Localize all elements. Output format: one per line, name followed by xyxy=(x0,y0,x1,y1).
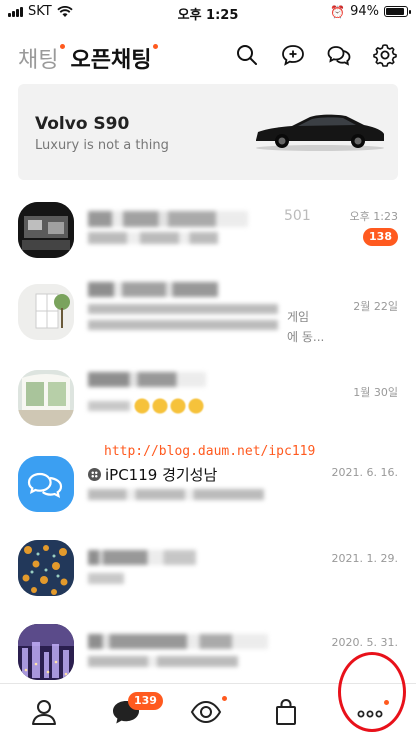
room-avatar xyxy=(18,284,74,340)
chat-room-item[interactable]: iPC119 경기성남 2021. 6. 16. xyxy=(0,456,416,536)
chat-room-item[interactable]: 게임 에 동... 2월 22일 xyxy=(0,282,416,364)
nav-chats[interactable]: 139 xyxy=(108,692,163,734)
room-name xyxy=(88,282,218,297)
open-chat-badge-icon xyxy=(88,468,101,481)
nav-shopping[interactable] xyxy=(268,694,308,734)
room-avatar xyxy=(18,202,74,258)
room-name xyxy=(88,634,268,649)
chat-room-item[interactable]: 501 오후 1:23 138 xyxy=(0,202,416,282)
room-avatar xyxy=(18,540,74,596)
new-chat-icon[interactable] xyxy=(280,42,306,68)
last-message xyxy=(88,489,264,500)
new-dot xyxy=(60,44,66,49)
last-message xyxy=(88,656,238,667)
room-name-text: iPC119 경기성남 xyxy=(105,466,218,484)
room-name xyxy=(88,211,248,227)
last-message xyxy=(88,232,218,244)
emoji-sticker xyxy=(133,398,206,414)
last-time: 2월 22일 xyxy=(353,300,398,313)
open-chat-icon[interactable] xyxy=(326,42,352,68)
last-time: 2021. 1. 29. xyxy=(331,552,398,565)
nav-view[interactable] xyxy=(188,694,228,734)
search-icon[interactable] xyxy=(234,42,260,68)
view-icon xyxy=(190,700,222,724)
nav-friends[interactable] xyxy=(26,694,66,734)
room-avatar xyxy=(18,456,74,512)
status-bar: SKT 오후 1:25 ⏰ 94% xyxy=(0,0,416,24)
room-name: iPC119 경기성남 xyxy=(88,464,217,485)
room-avatar xyxy=(18,370,74,426)
last-message xyxy=(88,573,124,584)
room-name xyxy=(88,372,206,387)
new-dot xyxy=(222,696,227,701)
last-message-tail: 에 동... xyxy=(287,330,325,344)
last-message xyxy=(88,398,206,414)
tab-chats-label: 채팅 xyxy=(18,48,59,73)
battery-icon xyxy=(384,6,411,17)
last-message xyxy=(88,304,278,332)
chat-header: 채팅 오픈채팅 xyxy=(18,38,398,78)
tab-chats[interactable]: 채팅 xyxy=(18,42,66,74)
chat-count-badge: 139 xyxy=(128,692,163,710)
unread-badge: 138 xyxy=(363,228,398,246)
friends-icon xyxy=(32,700,56,725)
shopping-icon xyxy=(276,698,296,725)
battery-percent: 94% xyxy=(350,4,379,19)
last-time: 2021. 6. 16. xyxy=(331,466,398,479)
last-message-tail: 게임 xyxy=(287,310,310,324)
last-time: 오후 1:23 xyxy=(349,210,398,223)
chat-room-item[interactable]: 2021. 1. 29. xyxy=(0,540,416,620)
tab-open-chat-label: 오픈채팅 xyxy=(70,48,152,73)
car-image xyxy=(256,114,384,151)
highlight-circle xyxy=(338,652,406,732)
new-dot xyxy=(153,44,159,49)
ad-title: Volvo S90 xyxy=(35,114,130,134)
last-time: 1월 30일 xyxy=(353,386,398,399)
chat-room-item[interactable]: 1월 30일 xyxy=(0,370,416,450)
room-avatar xyxy=(18,624,74,680)
ad-banner[interactable]: Volvo S90 Luxury is not a thing xyxy=(18,84,398,180)
settings-icon[interactable] xyxy=(372,42,398,68)
last-time: 2020. 5. 31. xyxy=(331,636,398,649)
room-name-suffix: 501 xyxy=(284,208,311,224)
ad-subtitle: Luxury is not a thing xyxy=(35,138,169,153)
alarm-icon: ⏰ xyxy=(330,4,346,19)
tab-open-chat[interactable]: 오픈채팅 xyxy=(70,42,159,74)
room-name xyxy=(88,550,196,565)
